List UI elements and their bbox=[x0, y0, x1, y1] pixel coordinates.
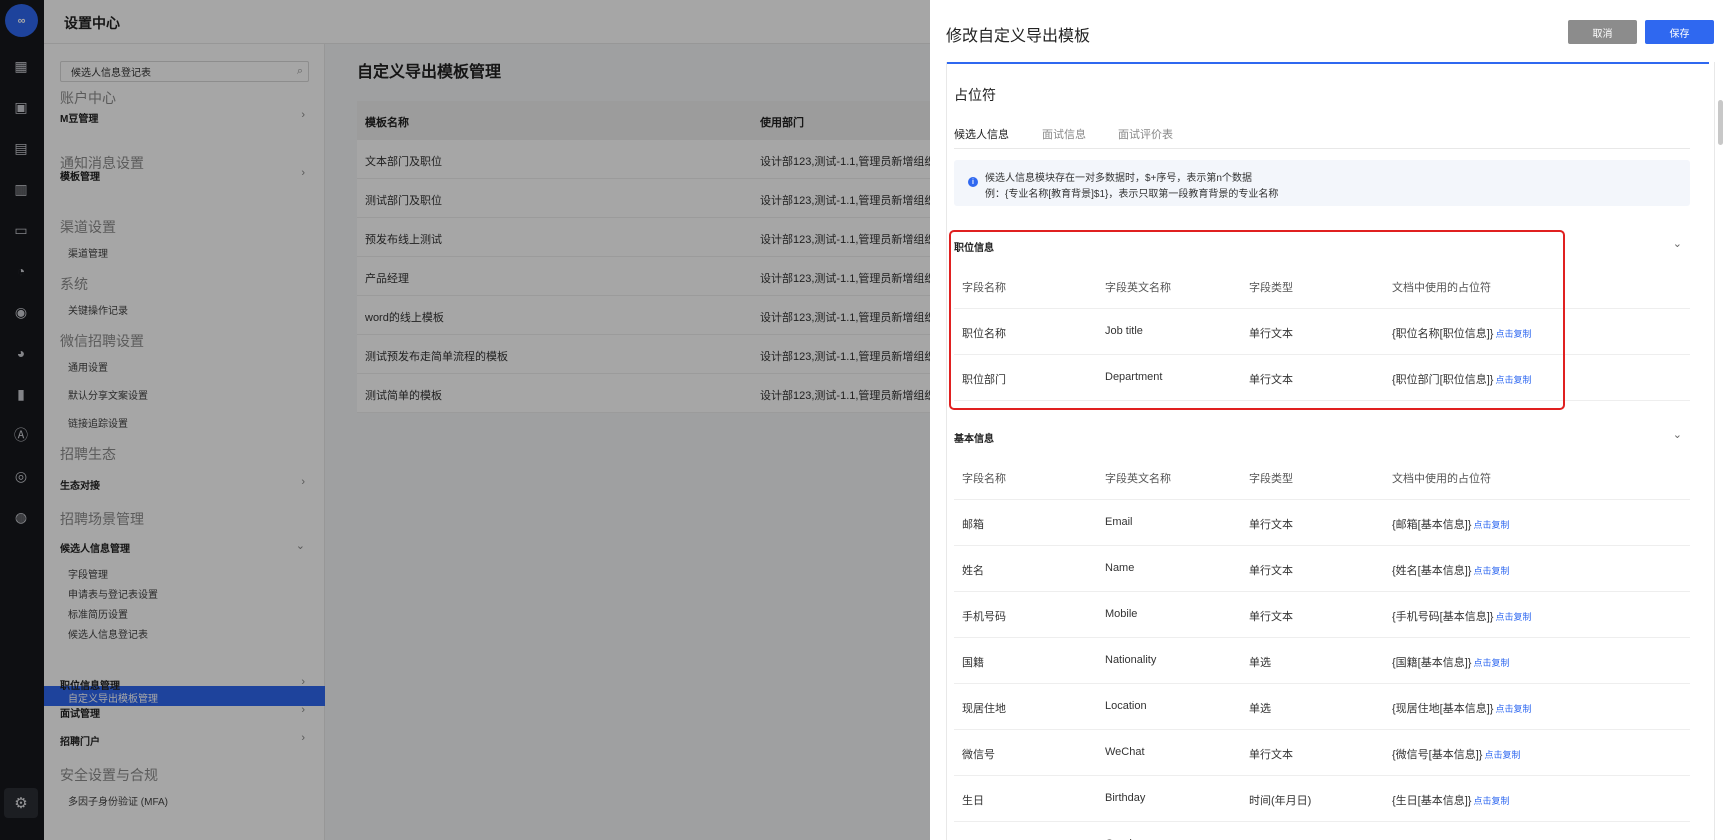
info-icon: i bbox=[968, 177, 978, 187]
divider bbox=[946, 62, 947, 840]
field-name: 生日 bbox=[962, 795, 984, 807]
field-name: 手机号码 bbox=[962, 611, 1006, 623]
chevron-down-icon[interactable]: ⌄ bbox=[1673, 428, 1682, 441]
field-placeholder: {邮箱[基本信息]} 点击复制 bbox=[1392, 516, 1509, 532]
field-en-name: Nationality bbox=[1105, 654, 1157, 666]
field-type: 单选 bbox=[1249, 703, 1271, 715]
placeholder-text: {生日[基本信息]} bbox=[1392, 795, 1472, 807]
field-placeholder: {姓名[基本信息]} 点击复制 bbox=[1392, 562, 1509, 578]
placeholder-text: {手机号码[基本信息]} bbox=[1392, 611, 1494, 623]
field-en-name: Name bbox=[1105, 562, 1135, 574]
field-en-name: Mobile bbox=[1105, 608, 1138, 620]
chevron-down-icon[interactable]: ⌄ bbox=[1673, 237, 1682, 250]
copy-link[interactable]: 点击复制 bbox=[1495, 704, 1531, 714]
field-row: 微信号 WeChat 单行文本 {微信号[基本信息]} 点击复制 bbox=[954, 730, 1690, 776]
field-type: 单行文本 bbox=[1249, 565, 1293, 577]
cancel-button[interactable]: 取消 bbox=[1568, 20, 1637, 44]
copy-link[interactable]: 点击复制 bbox=[1473, 796, 1509, 806]
notice-line: 候选人信息模块存在一对多数据时，$+序号，表示第n个数据 bbox=[985, 173, 1252, 184]
field-type: 单行文本 bbox=[1249, 749, 1293, 761]
scrollbar-thumb[interactable] bbox=[1718, 100, 1723, 145]
copy-link[interactable]: 点击复制 bbox=[1473, 566, 1509, 576]
column-header: 字段英文名称 bbox=[1105, 473, 1171, 485]
field-placeholder: {生日[基本信息]} 点击复制 bbox=[1392, 792, 1509, 808]
field-table-header: 字段名称 字段英文名称 字段类型 文档中使用的占位符 bbox=[954, 454, 1690, 500]
copy-link[interactable]: 点击复制 bbox=[1495, 612, 1531, 622]
field-row: 手机号码 Mobile 单行文本 {手机号码[基本信息]} 点击复制 bbox=[954, 592, 1690, 638]
copy-link[interactable]: 点击复制 bbox=[1473, 658, 1509, 668]
placeholder-text: {微信号[基本信息]} bbox=[1392, 749, 1483, 761]
field-en-name: Email bbox=[1105, 516, 1133, 528]
field-row: 现居住地 Location 单选 {现居住地[基本信息]} 点击复制 bbox=[954, 684, 1690, 730]
field-row: 邮箱 Email 单行文本 {邮箱[基本信息]} 点击复制 bbox=[954, 500, 1690, 546]
field-row: 生日 Birthday 时间(年月日) {生日[基本信息]} 点击复制 bbox=[954, 776, 1690, 822]
field-row: 姓名 Name 单行文本 {姓名[基本信息]} 点击复制 bbox=[954, 546, 1690, 592]
field-placeholder: {手机号码[基本信息]} 点击复制 bbox=[1392, 608, 1531, 624]
field-en-name: WeChat bbox=[1105, 746, 1145, 758]
tab-interview-eval[interactable]: 面试评价表 bbox=[1118, 126, 1173, 142]
placeholder-text: {现居住地[基本信息]} bbox=[1392, 703, 1494, 715]
placeholder-title: 占位符 bbox=[954, 87, 996, 103]
field-row: 国籍 Nationality 单选 {国籍[基本信息]} 点击复制 bbox=[954, 638, 1690, 684]
column-header: 文档中使用的占位符 bbox=[1392, 473, 1491, 485]
column-header: 字段类型 bbox=[1249, 473, 1293, 485]
field-name: 微信号 bbox=[962, 749, 995, 761]
placeholder-text: {邮箱[基本信息]} bbox=[1392, 519, 1472, 531]
placeholder-text: {姓名[基本信息]} bbox=[1392, 565, 1472, 577]
modal-overlay[interactable] bbox=[0, 0, 930, 840]
field-type: 单选 bbox=[1249, 657, 1271, 669]
divider bbox=[946, 62, 1709, 64]
field-en-name: Location bbox=[1105, 700, 1147, 712]
field-type: 单行文本 bbox=[1249, 519, 1293, 531]
field-type: 时间(年月日) bbox=[1249, 795, 1312, 807]
placeholder-tabs: 候选人信息 面试信息 面试评价表 bbox=[954, 122, 1690, 149]
edit-template-drawer: 修改自定义导出模板 取消 保存 占位符 候选人信息 面试信息 面试评价表 i 候… bbox=[930, 0, 1725, 840]
field-placeholder: {国籍[基本信息]} 点击复制 bbox=[1392, 654, 1509, 670]
copy-link[interactable]: 点击复制 bbox=[1484, 750, 1520, 760]
field-name: 现居住地 bbox=[962, 703, 1006, 715]
field-placeholder: {现居住地[基本信息]} 点击复制 bbox=[1392, 700, 1531, 716]
drawer-title: 修改自定义导出模板 bbox=[946, 28, 1091, 45]
field-type: 单行文本 bbox=[1249, 611, 1293, 623]
field-row: 性别Gender单选{性别[基本信息]}点击复制 bbox=[954, 822, 1690, 840]
field-name: 姓名 bbox=[962, 565, 984, 577]
copy-link[interactable]: 点击复制 bbox=[1473, 520, 1509, 530]
column-header: 字段名称 bbox=[962, 473, 1006, 485]
field-name: 邮箱 bbox=[962, 519, 984, 531]
notice-line: 例：{专业名称[教育背景]$1}，表示只取第一段教育背景的专业名称 bbox=[985, 189, 1279, 200]
divider bbox=[1714, 62, 1715, 840]
save-button[interactable]: 保存 bbox=[1645, 20, 1714, 44]
tab-interview-info[interactable]: 面试信息 bbox=[1042, 126, 1086, 142]
field-name: 国籍 bbox=[962, 657, 984, 669]
field-en-name: Birthday bbox=[1105, 792, 1146, 804]
highlight-box bbox=[949, 230, 1565, 410]
placeholder-text: {国籍[基本信息]} bbox=[1392, 657, 1472, 669]
tab-candidate-info[interactable]: 候选人信息 bbox=[954, 126, 1009, 142]
field-placeholder: {微信号[基本信息]} 点击复制 bbox=[1392, 746, 1520, 762]
info-notice: i 候选人信息模块存在一对多数据时，$+序号，表示第n个数据 例：{专业名称[教… bbox=[954, 160, 1690, 206]
section-title: 基本信息 bbox=[954, 434, 994, 445]
